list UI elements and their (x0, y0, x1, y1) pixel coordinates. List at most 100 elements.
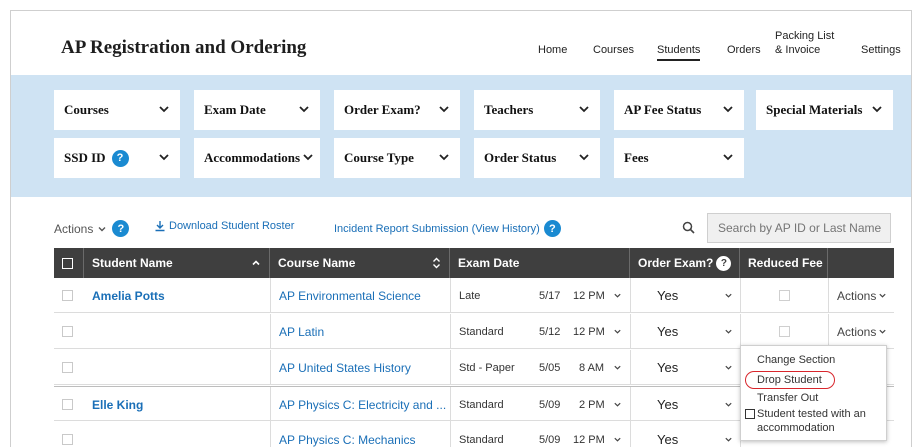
order-exam-select[interactable]: Yes (630, 422, 740, 447)
table-row: AP Latin Standard 5/12 12 PM Yes Actions (54, 314, 894, 349)
row-checkbox[interactable] (62, 399, 73, 410)
chevron-down-icon (299, 106, 309, 113)
header-order-exam[interactable]: Order Exam? ? (630, 248, 740, 278)
exam-date-select[interactable]: Std - Paper 5/05 8 AM (450, 350, 630, 385)
course-name-link[interactable]: AP Physics C: Mechanics (279, 433, 416, 447)
filter-fees[interactable]: Fees (614, 138, 744, 178)
course-name-link[interactable]: AP United States History (279, 361, 411, 375)
row-checkbox-cell[interactable] (54, 422, 84, 447)
reduced-fee-checkbox[interactable] (779, 326, 790, 337)
course-cell[interactable]: AP United States History (270, 350, 450, 385)
nav-courses[interactable]: Courses (593, 44, 634, 57)
row-checkbox-cell[interactable] (54, 387, 84, 422)
course-name-link[interactable]: AP Latin (279, 325, 324, 339)
filter-accommodations[interactable]: Accommodations (194, 138, 320, 178)
menu-item-transfer-out[interactable]: Transfer Out (757, 392, 818, 405)
filter-course-type[interactable]: Course Type (334, 138, 460, 178)
filter-order-status[interactable]: Order Status (474, 138, 600, 178)
menu-item-drop-student[interactable]: Drop Student (757, 374, 822, 387)
exam-date: 5/05 (539, 361, 561, 374)
exam-date-select[interactable]: Standard 5/09 12 PM (450, 422, 630, 447)
incident-report-link[interactable]: Incident Report Submission (View History… (334, 220, 561, 237)
app-title: AP Registration and Ordering (61, 37, 307, 58)
download-roster-link[interactable]: Download Student Roster (154, 220, 294, 232)
nav-packing-list-line1[interactable]: Packing List (775, 30, 834, 43)
filter-label: AP Fee Status (624, 102, 702, 117)
search-button[interactable] (674, 213, 702, 241)
student-name-link[interactable]: Elle King (92, 398, 143, 412)
student-cell (84, 314, 270, 349)
row-checkbox-cell[interactable] (54, 350, 84, 385)
filter-special-materials[interactable]: Special Materials (756, 90, 893, 130)
order-exam-select[interactable]: Yes (630, 278, 740, 313)
accommodation-checkbox[interactable] (745, 409, 755, 419)
help-icon[interactable]: ? (716, 255, 732, 271)
course-cell[interactable]: AP Physics C: Mechanics (270, 422, 450, 447)
help-icon[interactable]: ? (543, 220, 561, 237)
filter-courses[interactable]: Courses (54, 90, 180, 130)
filter-exam-date[interactable]: Exam Date (194, 90, 320, 130)
help-icon[interactable]: ? (111, 149, 129, 167)
download-label: Download Student Roster (169, 220, 295, 232)
actions-menu[interactable]: Actions ? (54, 220, 130, 237)
menu-item-tested-accommodation-line1[interactable]: Student tested with an (757, 408, 866, 421)
exam-date-select[interactable]: Standard 5/09 2 PM (450, 387, 630, 422)
nav-orders[interactable]: Orders (727, 44, 761, 57)
actions-label: Actions (54, 221, 94, 236)
course-cell[interactable]: AP Latin (270, 314, 450, 349)
row-actions-menu[interactable]: Actions (828, 278, 894, 313)
order-exam-select[interactable]: Yes (630, 350, 740, 385)
header-exam-date[interactable]: Exam Date (450, 248, 630, 278)
nav-home[interactable]: Home (538, 44, 567, 57)
row-checkbox[interactable] (62, 434, 73, 445)
menu-item-tested-accommodation-line2[interactable]: accommodation (757, 422, 835, 435)
header-student-name[interactable]: Student Name (84, 248, 270, 278)
chevron-down-icon (723, 154, 733, 161)
course-cell[interactable]: AP Environmental Science (270, 278, 450, 313)
student-cell[interactable]: Amelia Potts (84, 278, 270, 313)
course-name-link[interactable]: AP Physics C: Electricity and ... (279, 398, 446, 412)
header-label: Reduced Fee (748, 256, 823, 270)
nav-packing-list-line2[interactable]: & Invoice (775, 44, 820, 57)
nav-students[interactable]: Students (657, 44, 701, 61)
row-checkbox[interactable] (62, 326, 73, 337)
table-header: Student Name Course Name Exam Date Order… (54, 248, 894, 278)
table-row: Amelia Potts AP Environmental Science La… (54, 278, 894, 313)
filter-ssd-id[interactable]: SSD ID ? (54, 138, 180, 178)
exam-date: 5/09 (539, 398, 561, 411)
student-name-link[interactable]: Amelia Potts (92, 289, 165, 303)
order-exam-select[interactable]: Yes (630, 314, 740, 349)
chevron-down-icon (879, 293, 886, 298)
header-course-name[interactable]: Course Name (270, 248, 450, 278)
row-checkbox-cell[interactable] (54, 278, 84, 313)
course-cell[interactable]: AP Physics C: Electricity and ... (270, 387, 450, 422)
chevron-down-icon (614, 365, 621, 370)
chevron-down-icon (614, 293, 621, 298)
exam-time: 12 PM (573, 325, 605, 338)
reduced-fee-checkbox[interactable] (779, 290, 790, 301)
chevron-down-icon (725, 437, 732, 442)
header-reduced-fee[interactable]: Reduced Fee (740, 248, 828, 278)
search-input[interactable] (707, 213, 891, 243)
order-exam-select[interactable]: Yes (630, 387, 740, 422)
row-checkbox-cell[interactable] (54, 314, 84, 349)
filter-order-exam[interactable]: Order Exam? (334, 90, 460, 130)
filter-teachers[interactable]: Teachers (474, 90, 600, 130)
help-icon[interactable]: ? (112, 220, 130, 237)
filter-ap-fee-status[interactable]: AP Fee Status (614, 90, 744, 130)
exam-date-select[interactable]: Standard 5/12 12 PM (450, 314, 630, 349)
chevron-down-icon (872, 106, 882, 113)
exam-date-select[interactable]: Late 5/17 12 PM (450, 278, 630, 313)
menu-item-change-section[interactable]: Change Section (757, 354, 835, 367)
row-checkbox[interactable] (62, 362, 73, 373)
app-frame: AP Registration and Ordering Home Course… (10, 10, 912, 447)
chevron-down-icon (725, 402, 732, 407)
chevron-down-icon (723, 106, 733, 113)
row-checkbox[interactable] (62, 290, 73, 301)
row-actions-menu[interactable]: Actions (828, 314, 894, 349)
student-cell[interactable]: Elle King (84, 387, 270, 422)
nav-settings[interactable]: Settings (861, 44, 901, 57)
select-all-checkbox-cell[interactable] (54, 248, 84, 278)
course-name-link[interactable]: AP Environmental Science (279, 289, 421, 303)
select-all-checkbox[interactable] (62, 257, 73, 269)
